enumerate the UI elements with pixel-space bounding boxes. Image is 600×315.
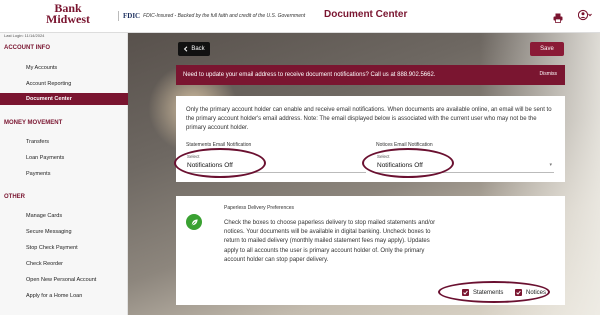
leaf-icon: [186, 214, 202, 230]
user-account-icon[interactable]: [578, 9, 592, 21]
sidebar-item-check-reorder[interactable]: Check Reorder: [0, 258, 128, 270]
save-button[interactable]: Save: [530, 42, 564, 56]
sidebar-item-payments[interactable]: Payments: [0, 168, 128, 180]
back-button[interactable]: Back: [178, 42, 210, 56]
sidebar-item-manage-cards[interactable]: Manage Cards: [0, 210, 128, 222]
fdic-notice: FDIC FDIC-Insured - Backed by the full f…: [118, 11, 305, 21]
logo-line2: Midwest: [46, 12, 90, 26]
email-notification-card: Only the primary account holder can enab…: [174, 96, 565, 182]
printer-icon[interactable]: [553, 10, 563, 23]
sidebar-item-my-accounts[interactable]: My Accounts: [0, 62, 128, 74]
paperless-title: Paperless Delivery Preferences: [224, 205, 295, 211]
notification-info-text: Only the primary account holder can enab…: [186, 107, 552, 131]
last-login: Last Login: 11/14/2024: [4, 33, 45, 38]
paperless-description: Check the boxes to choose paperless deli…: [224, 220, 436, 263]
email-update-banner: Need to update your email address to rec…: [176, 65, 565, 85]
sidebar-item-open-new-account[interactable]: Open New Personal Account: [0, 274, 128, 286]
sidebar-item-document-center[interactable]: Document Center: [0, 93, 128, 105]
sidebar-item-loan-payments[interactable]: Loan Payments: [0, 152, 128, 164]
sidebar-nav: Last Login: 11/14/2024 ACCOUNT INFO My A…: [0, 33, 128, 315]
sidebar-item-account-reporting[interactable]: Account Reporting: [0, 78, 128, 90]
fdic-logo: FDIC: [123, 12, 141, 20]
banner-text: Need to update your email address to rec…: [183, 72, 436, 78]
sidebar-item-stop-check-payment[interactable]: Stop Check Payment: [0, 242, 128, 254]
dismiss-link[interactable]: Dismiss: [540, 71, 558, 77]
chevron-down-icon: ▾: [549, 162, 552, 168]
highlight-oval-statements: [174, 148, 266, 178]
section-money-movement: MONEY MOVEMENT: [4, 120, 63, 126]
highlight-oval-checkboxes: [438, 281, 550, 303]
top-header: Bank Midwest FDIC FDIC-Insured - Backed …: [0, 0, 600, 33]
section-other: OTHER: [4, 194, 25, 200]
page-title: Document Center: [324, 9, 408, 20]
sidebar-item-apply-home-loan[interactable]: Apply for a Home Loan: [0, 290, 128, 302]
sidebar-item-transfers[interactable]: Transfers: [0, 136, 128, 148]
chevron-left-icon: [184, 46, 188, 52]
bank-logo[interactable]: Bank Midwest: [38, 2, 98, 26]
highlight-oval-notices: [362, 148, 454, 178]
sidebar-item-secure-messaging[interactable]: Secure Messaging: [0, 226, 128, 238]
fdic-text: FDIC-Insured - Backed by the full faith …: [143, 13, 306, 19]
section-account-info: ACCOUNT INFO: [4, 45, 50, 51]
back-label: Back: [191, 46, 205, 52]
paperless-delivery-card: Paperless Delivery Preferences Check the…: [176, 196, 565, 305]
